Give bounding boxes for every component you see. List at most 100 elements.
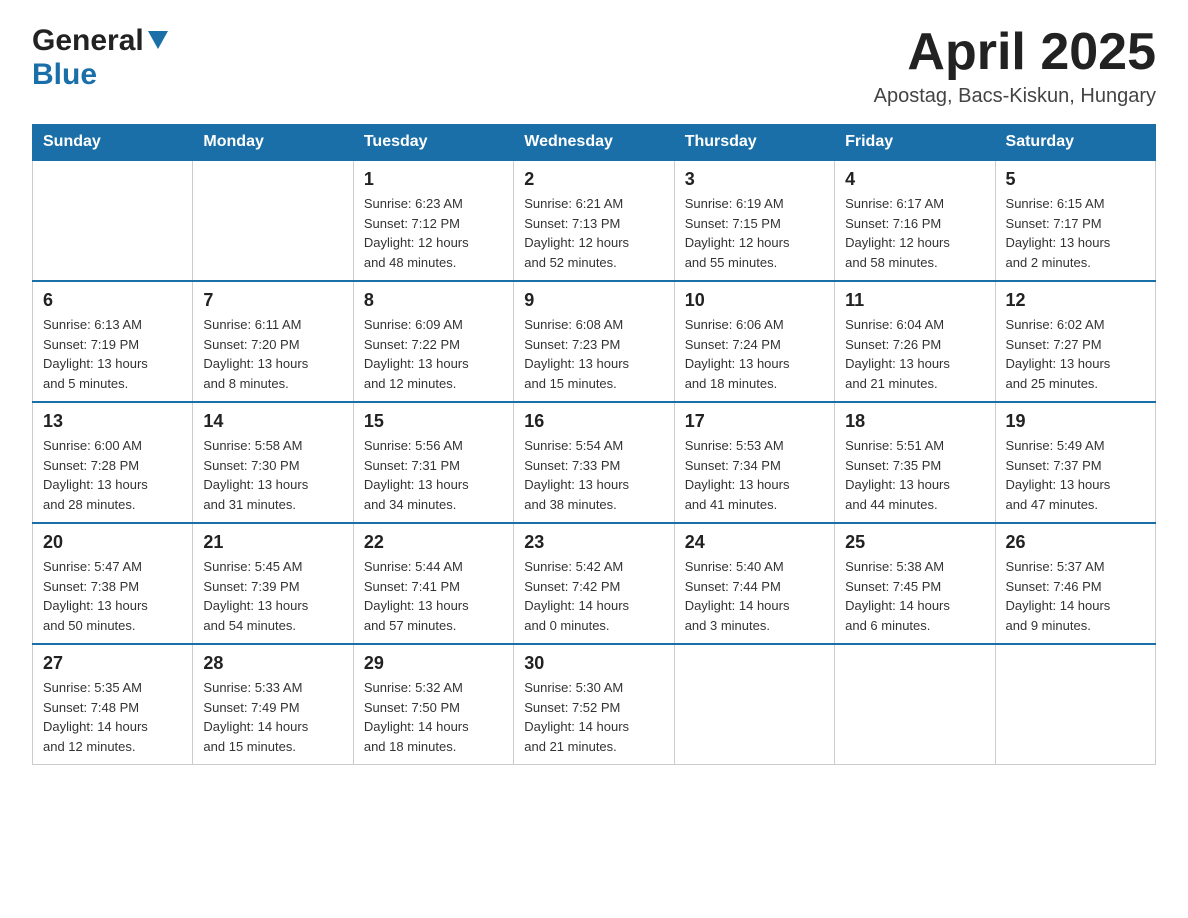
day-number: 26 <box>1006 532 1145 553</box>
calendar-cell: 6Sunrise: 6:13 AM Sunset: 7:19 PM Daylig… <box>33 281 193 402</box>
day-info: Sunrise: 5:35 AM Sunset: 7:48 PM Dayligh… <box>43 678 182 756</box>
day-info: Sunrise: 6:15 AM Sunset: 7:17 PM Dayligh… <box>1006 194 1145 272</box>
day-number: 3 <box>685 169 824 190</box>
day-info: Sunrise: 6:19 AM Sunset: 7:15 PM Dayligh… <box>685 194 824 272</box>
calendar-cell: 8 Sunrise: 6:09 AM Sunset: 7:22 PM Daylig… <box>353 281 513 402</box>
day-info: Sunrise: 5:42 AM Sunset: 7:42 PM Dayligh… <box>524 557 663 635</box>
calendar-cell: 20 Sunrise: 5:47 AM Sunset: 7:38 PM Dayli… <box>33 523 193 644</box>
calendar-cell: 4Sunrise: 6:17 AM Sunset: 7:16 PM Daylig… <box>835 160 995 281</box>
calendar-cell: 7Sunrise: 6:11 AM Sunset: 7:20 PM Daylig… <box>193 281 353 402</box>
day-number: 25 <box>845 532 984 553</box>
calendar-table: SundayMondayTuesdayWednesdayThursdayFrid… <box>32 124 1156 765</box>
day-info: Sunrise: 5:53 AM Sunset: 7:34 PM Dayligh… <box>685 436 824 514</box>
day-info: Sunrise: 5:44 AM Sunset: 7:41 PM Dayligh… <box>364 557 503 635</box>
day-number: 15 <box>364 411 503 432</box>
day-number: 5 <box>1006 169 1145 190</box>
day-number: 17 <box>685 411 824 432</box>
calendar-cell <box>835 644 995 765</box>
logo: General Blue <box>32 24 168 92</box>
calendar-cell: 17 Sunrise: 5:53 AM Sunset: 7:34 PM Dayli… <box>674 402 834 523</box>
calendar-cell: 9Sunrise: 6:08 AM Sunset: 7:23 PM Daylig… <box>514 281 674 402</box>
calendar-cell: 25 Sunrise: 5:38 AM Sunset: 7:45 PM Dayli… <box>835 523 995 644</box>
calendar-week-row: 27 Sunrise: 5:35 AM Sunset: 7:48 PM Dayli… <box>33 644 1156 765</box>
day-number: 8 <box>364 290 503 311</box>
day-number: 10 <box>685 290 824 311</box>
calendar-cell <box>674 644 834 765</box>
day-info: Sunrise: 6:08 AM Sunset: 7:23 PM Dayligh… <box>524 315 663 393</box>
calendar-day-header: Sunday <box>33 125 193 161</box>
day-info: Sunrise: 6:09 AM Sunset: 7:22 PM Dayligh… <box>364 315 503 393</box>
page-subtitle: Apostag, Bacs-Kiskun, Hungary <box>874 85 1156 108</box>
day-number: 13 <box>43 411 182 432</box>
day-info: Sunrise: 5:49 AM Sunset: 7:37 PM Dayligh… <box>1006 436 1145 514</box>
calendar-cell: 27 Sunrise: 5:35 AM Sunset: 7:48 PM Dayli… <box>33 644 193 765</box>
calendar-cell: 1Sunrise: 6:23 AM Sunset: 7:12 PM Daylig… <box>353 160 513 281</box>
day-number: 14 <box>203 411 342 432</box>
calendar-cell: 12 Sunrise: 6:02 AM Sunset: 7:27 PM Dayli… <box>995 281 1155 402</box>
calendar-cell: 14 Sunrise: 5:58 AM Sunset: 7:30 PM Dayli… <box>193 402 353 523</box>
day-number: 16 <box>524 411 663 432</box>
page-header: General Blue April 2025 Apostag, Bacs-Ki… <box>32 24 1156 108</box>
day-info: Sunrise: 5:40 AM Sunset: 7:44 PM Dayligh… <box>685 557 824 635</box>
day-info: Sunrise: 5:47 AM Sunset: 7:38 PM Dayligh… <box>43 557 182 635</box>
calendar-cell: 3 Sunrise: 6:19 AM Sunset: 7:15 PM Daylig… <box>674 160 834 281</box>
day-number: 24 <box>685 532 824 553</box>
day-number: 27 <box>43 653 182 674</box>
logo-general-text: General <box>32 24 144 58</box>
calendar-cell: 22Sunrise: 5:44 AM Sunset: 7:41 PM Dayli… <box>353 523 513 644</box>
calendar-cell: 19 Sunrise: 5:49 AM Sunset: 7:37 PM Dayli… <box>995 402 1155 523</box>
day-info: Sunrise: 6:21 AM Sunset: 7:13 PM Dayligh… <box>524 194 663 272</box>
day-number: 2 <box>524 169 663 190</box>
day-number: 7 <box>203 290 342 311</box>
calendar-cell <box>33 160 193 281</box>
day-info: Sunrise: 6:02 AM Sunset: 7:27 PM Dayligh… <box>1006 315 1145 393</box>
logo-blue-text: Blue <box>32 58 97 92</box>
day-info: Sunrise: 5:33 AM Sunset: 7:49 PM Dayligh… <box>203 678 342 756</box>
day-info: Sunrise: 5:38 AM Sunset: 7:45 PM Dayligh… <box>845 557 984 635</box>
day-info: Sunrise: 5:30 AM Sunset: 7:52 PM Dayligh… <box>524 678 663 756</box>
calendar-cell: 15 Sunrise: 5:56 AM Sunset: 7:31 PM Dayli… <box>353 402 513 523</box>
day-info: Sunrise: 5:56 AM Sunset: 7:31 PM Dayligh… <box>364 436 503 514</box>
day-info: Sunrise: 5:58 AM Sunset: 7:30 PM Dayligh… <box>203 436 342 514</box>
day-number: 20 <box>43 532 182 553</box>
calendar-cell: 28 Sunrise: 5:33 AM Sunset: 7:49 PM Dayli… <box>193 644 353 765</box>
day-info: Sunrise: 6:04 AM Sunset: 7:26 PM Dayligh… <box>845 315 984 393</box>
calendar-cell: 24 Sunrise: 5:40 AM Sunset: 7:44 PM Dayli… <box>674 523 834 644</box>
calendar-week-row: 20 Sunrise: 5:47 AM Sunset: 7:38 PM Dayli… <box>33 523 1156 644</box>
calendar-cell: 2 Sunrise: 6:21 AM Sunset: 7:13 PM Daylig… <box>514 160 674 281</box>
calendar-cell: 5 Sunrise: 6:15 AM Sunset: 7:17 PM Daylig… <box>995 160 1155 281</box>
day-number: 21 <box>203 532 342 553</box>
calendar-cell: 11 Sunrise: 6:04 AM Sunset: 7:26 PM Dayli… <box>835 281 995 402</box>
day-number: 19 <box>1006 411 1145 432</box>
calendar-week-row: 1Sunrise: 6:23 AM Sunset: 7:12 PM Daylig… <box>33 160 1156 281</box>
calendar-week-row: 6Sunrise: 6:13 AM Sunset: 7:19 PM Daylig… <box>33 281 1156 402</box>
day-number: 30 <box>524 653 663 674</box>
calendar-day-header: Monday <box>193 125 353 161</box>
day-number: 28 <box>203 653 342 674</box>
day-number: 1 <box>364 169 503 190</box>
day-info: Sunrise: 5:51 AM Sunset: 7:35 PM Dayligh… <box>845 436 984 514</box>
day-info: Sunrise: 6:00 AM Sunset: 7:28 PM Dayligh… <box>43 436 182 514</box>
day-info: Sunrise: 5:45 AM Sunset: 7:39 PM Dayligh… <box>203 557 342 635</box>
day-number: 18 <box>845 411 984 432</box>
calendar-cell: 18 Sunrise: 5:51 AM Sunset: 7:35 PM Dayli… <box>835 402 995 523</box>
calendar-day-header: Thursday <box>674 125 834 161</box>
calendar-day-header: Friday <box>835 125 995 161</box>
day-number: 23 <box>524 532 663 553</box>
calendar-header-row: SundayMondayTuesdayWednesdayThursdayFrid… <box>33 125 1156 161</box>
calendar-cell: 23 Sunrise: 5:42 AM Sunset: 7:42 PM Dayli… <box>514 523 674 644</box>
day-info: Sunrise: 5:32 AM Sunset: 7:50 PM Dayligh… <box>364 678 503 756</box>
day-info: Sunrise: 5:54 AM Sunset: 7:33 PM Dayligh… <box>524 436 663 514</box>
calendar-cell: 10 Sunrise: 6:06 AM Sunset: 7:24 PM Dayli… <box>674 281 834 402</box>
calendar-cell: 30 Sunrise: 5:30 AM Sunset: 7:52 PM Dayli… <box>514 644 674 765</box>
calendar-day-header: Wednesday <box>514 125 674 161</box>
day-info: Sunrise: 6:13 AM Sunset: 7:19 PM Dayligh… <box>43 315 182 393</box>
day-number: 11 <box>845 290 984 311</box>
day-info: Sunrise: 6:06 AM Sunset: 7:24 PM Dayligh… <box>685 315 824 393</box>
day-number: 12 <box>1006 290 1145 311</box>
calendar-day-header: Tuesday <box>353 125 513 161</box>
calendar-cell: 21 Sunrise: 5:45 AM Sunset: 7:39 PM Dayli… <box>193 523 353 644</box>
logo-triangle-icon <box>148 31 168 49</box>
calendar-cell: 16 Sunrise: 5:54 AM Sunset: 7:33 PM Dayli… <box>514 402 674 523</box>
day-number: 4 <box>845 169 984 190</box>
